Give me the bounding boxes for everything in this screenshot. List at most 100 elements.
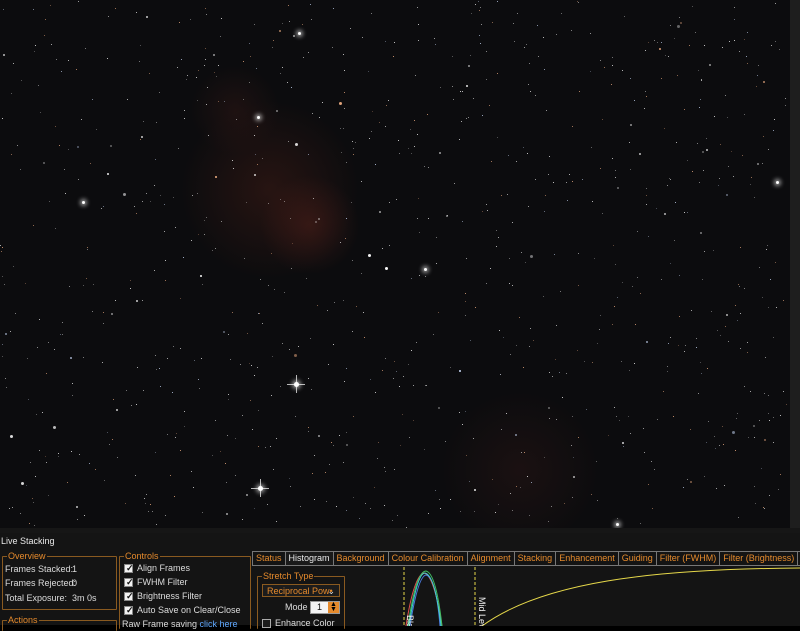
star — [205, 59, 206, 60]
star — [661, 279, 662, 280]
star — [428, 218, 429, 219]
astro-image-viewport[interactable] — [0, 0, 800, 533]
star — [572, 181, 573, 182]
star — [33, 9, 34, 10]
enhance-color-label: Enhance Color — [275, 618, 335, 628]
star — [108, 16, 109, 17]
fwhm-filter-checkbox[interactable]: ✓ — [124, 577, 134, 587]
star — [255, 154, 256, 155]
star — [757, 75, 758, 76]
star — [282, 23, 283, 24]
star — [388, 100, 389, 101]
star — [187, 75, 188, 76]
mode-spinner[interactable]: 1 ▲ ▼ — [310, 601, 340, 614]
enhance-color-checkbox[interactable] — [262, 619, 271, 628]
star — [556, 419, 557, 420]
star — [50, 5, 51, 6]
star — [284, 292, 285, 293]
star — [704, 251, 705, 252]
live-stacking-panel: Live Stacking Overview Frames Stacked: 1… — [0, 533, 800, 631]
star — [719, 445, 720, 446]
star — [411, 278, 412, 279]
star — [34, 525, 35, 526]
tab-stacking[interactable]: Stacking — [513, 551, 557, 565]
star — [78, 179, 79, 180]
star — [556, 325, 557, 326]
star — [780, 415, 781, 416]
star — [677, 75, 678, 76]
tab-filter-fwhm[interactable]: Filter (FWHM) — [655, 551, 721, 565]
controls-title: Controls — [124, 551, 160, 561]
star — [414, 120, 415, 121]
tab-filter-brightness[interactable]: Filter (Brightness) — [719, 551, 799, 565]
tab-status[interactable]: Status — [252, 551, 286, 565]
star — [596, 461, 597, 462]
star — [664, 128, 665, 129]
star — [353, 497, 354, 498]
star — [501, 429, 502, 430]
star — [562, 397, 563, 398]
star — [417, 218, 418, 219]
star — [646, 341, 648, 343]
tab-alignment[interactable]: Alignment — [466, 551, 515, 565]
star — [722, 47, 723, 48]
tab-bar: Status Histogram Background Colour Calibrat… — [252, 551, 800, 566]
star — [228, 334, 229, 335]
check-icon: ✓ — [126, 605, 134, 615]
star — [213, 54, 215, 56]
star — [417, 7, 418, 8]
star — [173, 346, 174, 347]
star — [48, 495, 49, 496]
star — [276, 438, 277, 439]
nebula-glow — [190, 65, 280, 155]
star — [144, 498, 145, 499]
tab-histogram[interactable]: Histogram — [284, 551, 334, 566]
star — [206, 104, 207, 105]
star — [567, 200, 568, 201]
star — [126, 390, 127, 391]
star — [594, 258, 595, 259]
tab-colour-calibration[interactable]: Colour Calibration — [387, 551, 468, 565]
raw-frame-saving-link[interactable]: click here — [200, 619, 238, 629]
tab-background[interactable]: Background — [332, 551, 389, 565]
star — [740, 313, 741, 314]
tab-enhancement[interactable]: Enhancement — [555, 551, 619, 565]
align-frames-checkbox[interactable]: ✓ — [124, 563, 134, 573]
star — [637, 277, 638, 278]
auto-save-checkbox[interactable]: ✓ — [124, 605, 134, 615]
star — [89, 463, 90, 464]
star — [137, 367, 138, 368]
star — [408, 364, 409, 365]
star — [419, 275, 420, 276]
star — [351, 202, 352, 203]
star — [615, 264, 616, 265]
stretch-type-select[interactable]: Reciprocal Pow• ⌄ — [262, 584, 340, 597]
star — [11, 93, 12, 94]
histogram-chart[interactable]: Bla Mid Lev — [392, 567, 800, 626]
stacked-image[interactable] — [0, 0, 790, 533]
star — [643, 428, 644, 429]
star — [382, 370, 383, 371]
star — [319, 117, 320, 118]
star — [205, 8, 206, 9]
star — [514, 41, 515, 42]
star — [528, 84, 529, 85]
up-down-arrows-icon[interactable]: ▲ ▼ — [328, 601, 339, 613]
star — [554, 254, 555, 255]
tab-guiding[interactable]: Guiding — [617, 551, 657, 565]
star — [295, 416, 296, 417]
star — [701, 80, 702, 81]
star — [496, 246, 497, 247]
star — [528, 206, 529, 207]
star — [744, 288, 745, 289]
star — [740, 348, 741, 349]
star — [664, 213, 666, 215]
star — [332, 47, 333, 48]
star — [717, 330, 718, 331]
brightness-filter-checkbox[interactable]: ✓ — [124, 591, 134, 601]
star — [657, 419, 658, 420]
star — [685, 345, 686, 346]
star — [343, 300, 344, 301]
auto-save-label: Auto Save on Clear/Close — [137, 605, 241, 615]
star — [250, 56, 251, 57]
